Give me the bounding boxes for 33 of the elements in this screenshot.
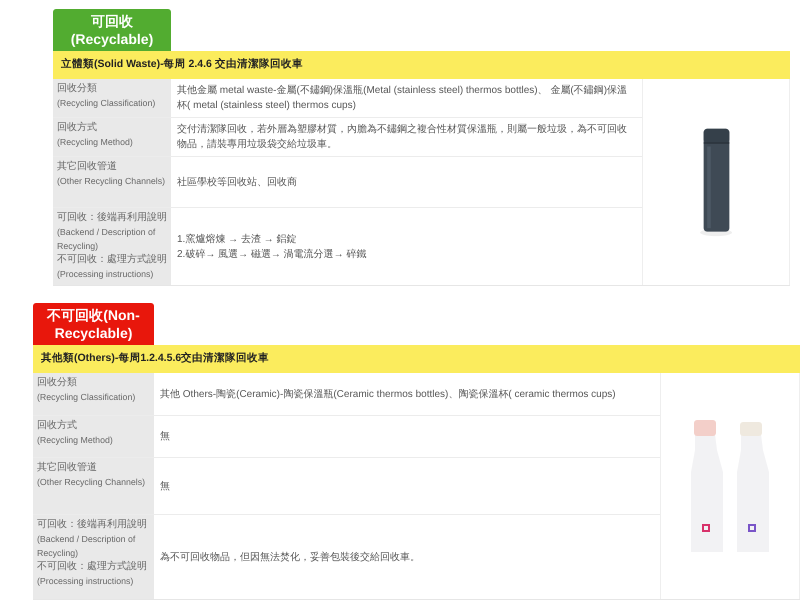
row-value: 其他金屬 metal waste-金屬(不鏽鋼)保溫瓶(Metal (stainless steel) thermos bottles)、 金屬(不鏽鋼)保溫杯( metal (stainless steel) thermos cups): [177, 84, 628, 113]
row-value: 無: [160, 480, 171, 494]
row-label: (Processing instructions): [57, 268, 154, 281]
row-label: (Other Recycling Channels): [57, 175, 166, 188]
row-value: 其他 Others-陶瓷(Ceramic)-陶瓷保溫瓶(Ceramic thermos bottles)、陶瓷保溫杯( ceramic thermos cups): [160, 388, 617, 402]
row-label: (Recycling Method): [37, 434, 114, 447]
row-label: 回收分類: [37, 376, 78, 390]
row-label: (Recycling Classification): [57, 97, 156, 110]
row-label: 其它回收管道: [57, 160, 118, 174]
category-badge: 不可回收(Non-Recyclable): [33, 303, 154, 345]
row-label: (Recycling Classification): [37, 391, 136, 404]
category-badge: 可回收 (Recyclable): [53, 9, 171, 51]
row-value: 社區學校等回收站、回收商: [177, 176, 298, 190]
row-value: 交付清潔隊回收，若外層為塑膠材質，內膽為不鏽鋼之複合性材質保溫瓶，則屬一般垃圾，為不可回收物品，請裝專用垃圾袋交給垃圾車。: [177, 122, 628, 152]
row-label: (Backend / Description of Recycling): [37, 533, 136, 560]
row-label: (Backend / Description of Recycling): [57, 226, 156, 253]
row-label: (Recycling Method): [57, 136, 134, 149]
row-label: 可回收：後端再利用說明: [57, 211, 167, 225]
row-label: 回收分類: [57, 82, 98, 96]
row-label: 其它回收管道: [37, 461, 98, 475]
category-heading: 立體類(Solid Waste)-每周 2.4.6 交由清潔隊回收車: [53, 51, 790, 79]
row-label: 回收方式: [57, 121, 98, 135]
row-label: 可回收：後端再利用說明: [37, 518, 148, 532]
row-label: (Processing instructions): [37, 575, 134, 588]
category-heading: 其他類(Others)-每周1.2.4.5.6交由清潔隊回收車: [33, 345, 800, 373]
row-value: 2.破碎→ 風選→ 磁選→ 渦電流分選→ 碎鐵: [177, 248, 368, 262]
row-label: 不可回收：處理方式說明: [57, 253, 167, 267]
row-value: 1.窯爐熔煉 → 去渣 → 鋁錠: [177, 232, 298, 246]
row-label: 不可回收：處理方式說明: [37, 560, 148, 574]
row-value: 無: [160, 430, 171, 444]
row-label: 回收方式: [37, 419, 78, 433]
row-label: (Other Recycling Channels): [37, 476, 146, 489]
row-value: 為不可回收物品，但因無法焚化，妥善包裝後交給回收車。: [160, 550, 421, 564]
